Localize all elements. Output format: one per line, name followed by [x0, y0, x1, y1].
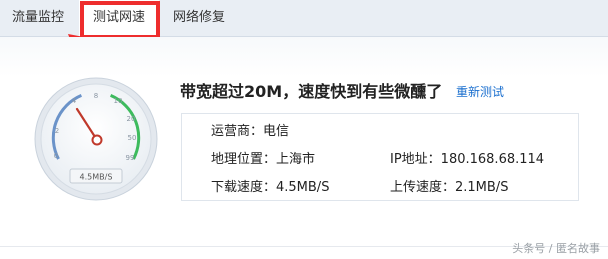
result-headline: 带宽超过20M，速度快到有些微醺了: [180, 82, 443, 101]
tab-network-repair[interactable]: 网络修复: [160, 0, 238, 36]
download-speed-info: 下载速度：4.5MB/S: [211, 180, 330, 195]
gauge-scale-label: 10: [114, 97, 123, 105]
upload-speed-info: 上传速度：2.1MB/S: [390, 180, 509, 195]
location-info: 地理位置：上海市: [211, 152, 316, 167]
tab-traffic-monitor[interactable]: 流量监控: [0, 0, 76, 36]
tab-speed-test[interactable]: 测试网速: [79, 0, 159, 36]
gauge-scale-label: 50: [128, 134, 137, 142]
gauge-scale-label: 99: [126, 154, 135, 162]
retest-link[interactable]: 重新测试: [456, 83, 504, 101]
gauge-readout: 4.5MB/S: [80, 173, 113, 182]
gauge-scale-label: 0: [54, 152, 58, 160]
ip-address-info: IP地址：180.168.68.114: [390, 152, 545, 167]
isp-info: 运营商：电信: [211, 124, 290, 139]
gauge-scale-label: 2: [55, 127, 59, 135]
gauge-needle-hub: [91, 134, 103, 146]
tab-bar: 流量监控 测试网速 网络修复: [0, 0, 608, 37]
gauge-scale-label: 4: [72, 97, 77, 105]
watermark-text: 头条号 / 匿名故事: [512, 242, 600, 255]
gauge-scale-label: 8: [94, 92, 98, 100]
gauge-scale-label: 20: [127, 115, 136, 123]
speed-gauge: 0 2 4 8 10 20 50 99 4.5MB/S: [34, 77, 158, 201]
